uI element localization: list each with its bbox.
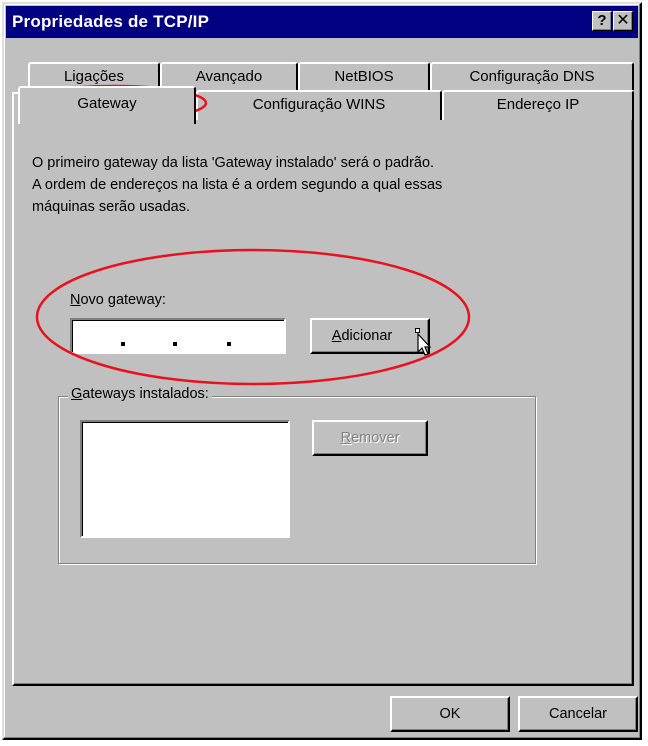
- add-button[interactable]: Adicionar: [310, 318, 430, 354]
- tab-gateway[interactable]: Gateway: [18, 86, 196, 124]
- description-line-3: máquinas serão usadas.: [32, 199, 190, 215]
- tab-label: NetBIOS: [334, 68, 394, 85]
- description-text: O primeiro gateway da lista 'Gateway ins…: [32, 152, 592, 218]
- tab-label: Configuração DNS: [469, 68, 595, 85]
- ip-separator-dot: [121, 342, 125, 346]
- window-title: Propriedades de TCP/IP: [12, 12, 210, 31]
- installed-gateways-label: Gateways instalados:: [68, 386, 212, 402]
- ok-button[interactable]: OK: [390, 696, 510, 732]
- tab-label: Avançado: [195, 68, 263, 85]
- tab-configuracao-dns[interactable]: Configuração DNS: [430, 62, 634, 90]
- tab-label: Ligações: [63, 68, 125, 85]
- remove-button: Remover: [312, 420, 428, 456]
- mouse-pointer-icon: [415, 328, 432, 356]
- help-button[interactable]: ?: [592, 11, 612, 31]
- title-bar[interactable]: Propriedades de TCP/IP ? ✕: [6, 6, 638, 38]
- tab-configuracao-wins[interactable]: Configuração WINS: [196, 90, 442, 120]
- ip-separator-dot: [173, 342, 177, 346]
- description-line-1: O primeiro gateway da lista 'Gateway ins…: [32, 155, 435, 171]
- installed-gateways-list[interactable]: [80, 420, 290, 538]
- new-gateway-ip-input[interactable]: [70, 318, 286, 354]
- tab-netbios[interactable]: NetBIOS: [298, 62, 430, 90]
- tab-label: Configuração WINS: [252, 96, 386, 113]
- tab-label: Endereço IP: [496, 96, 580, 113]
- description-line-2: A ordem de endereços na lista é a ordem …: [32, 177, 443, 193]
- ip-separator-dot: [227, 342, 231, 346]
- tab-label: Gateway: [77, 95, 137, 112]
- tab-endereco-ip[interactable]: Endereço IP: [442, 90, 634, 120]
- cancel-button[interactable]: Cancelar: [518, 696, 638, 732]
- new-gateway-label: Novo gateway:: [70, 292, 166, 308]
- close-button[interactable]: ✕: [613, 11, 633, 31]
